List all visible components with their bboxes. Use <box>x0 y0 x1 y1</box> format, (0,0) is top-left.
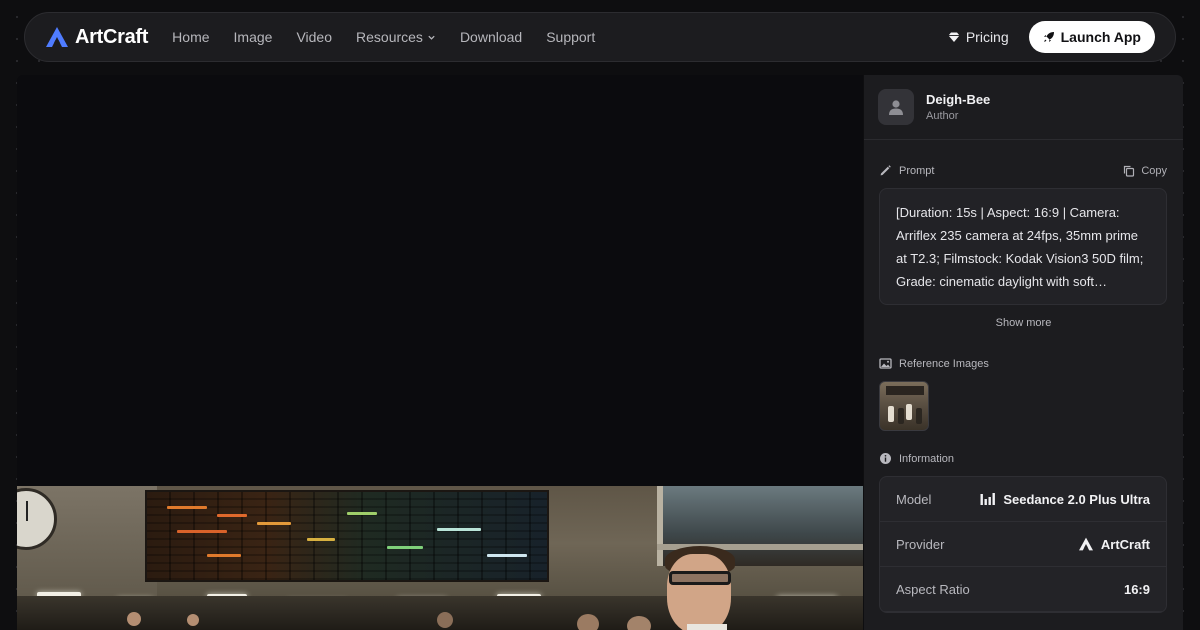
info-icon <box>880 453 891 464</box>
nav-links: Home Image Video Resources Download Supp… <box>172 29 595 45</box>
chevron-down-icon <box>428 35 435 40</box>
details-sidebar: Deigh-Bee Author Prompt Copy [Duration: … <box>864 75 1183 630</box>
artcraft-logo-icon <box>1078 537 1093 551</box>
reference-images-label: Reference Images <box>879 357 989 370</box>
reference-images-label-text: Reference Images <box>899 357 989 370</box>
nav-image[interactable]: Image <box>234 29 273 45</box>
provider-value: ArtCraft <box>1100 536 1150 552</box>
info-key: Model <box>896 491 932 507</box>
information-label: Information <box>879 452 954 465</box>
copy-icon <box>1124 165 1135 177</box>
nav-resources-label: Resources <box>356 29 423 45</box>
launch-app-label: Launch App <box>1060 29 1141 45</box>
author-avatar[interactable] <box>878 89 914 125</box>
model-value: Seedance 2.0 Plus Ultra <box>1003 491 1150 507</box>
pricing-label: Pricing <box>965 29 1009 45</box>
diamond-icon <box>948 32 960 42</box>
prompt-text: [Duration: 15s | Aspect: 16:9 | Camera: … <box>896 205 1144 289</box>
author-role: Author <box>926 110 959 122</box>
copy-prompt-button[interactable]: Copy <box>1123 165 1167 177</box>
stock-board-image <box>145 490 549 582</box>
nav-video[interactable]: Video <box>296 29 332 45</box>
bars-logo-icon <box>980 493 996 505</box>
launch-app-button[interactable]: Launch App <box>1028 21 1155 53</box>
info-key: Aspect Ratio <box>896 581 970 597</box>
user-icon <box>889 100 903 115</box>
rocket-icon <box>1043 32 1054 42</box>
info-value: ArtCraft <box>1078 537 1150 552</box>
information-table: Model Seedance 2.0 Plus Ultra Provider A… <box>879 476 1167 613</box>
artcraft-logo-icon <box>46 27 68 47</box>
prompt-label: Prompt <box>879 164 934 177</box>
top-navbar: ArtCraft Home Image Video Resources Down… <box>24 12 1176 62</box>
image-icon <box>879 358 892 369</box>
nav-support[interactable]: Support <box>546 29 595 45</box>
info-key: Provider <box>896 536 945 552</box>
info-row-aspect-ratio: Aspect Ratio 16:9 <box>880 567 1166 612</box>
video-frame-image <box>17 486 863 630</box>
prompt-header: Prompt Copy <box>879 164 1167 177</box>
nav-download[interactable]: Download <box>460 29 522 45</box>
reference-image-thumbnail[interactable] <box>879 381 929 431</box>
brand-logo[interactable]: ArtCraft <box>45 26 148 49</box>
pencil-icon <box>880 165 891 176</box>
nav-home[interactable]: Home <box>172 29 209 45</box>
info-row-model: Model Seedance 2.0 Plus Ultra <box>880 477 1166 522</box>
nav-right: Pricing Launch App <box>948 21 1155 53</box>
information-label-text: Information <box>899 452 955 465</box>
man-with-glasses-image <box>667 554 731 630</box>
author-section: Deigh-Bee Author <box>864 75 1183 140</box>
video-player[interactable] <box>17 75 863 630</box>
info-value: Seedance 2.0 Plus Ultra <box>980 492 1150 507</box>
author-name[interactable]: Deigh-Bee <box>926 92 990 107</box>
aspect-ratio-value: 16:9 <box>1123 581 1150 597</box>
prompt-text-box: [Duration: 15s | Aspect: 16:9 | Camera: … <box>879 188 1167 305</box>
prompt-label-text: Prompt <box>899 164 935 177</box>
brand-name: ArtCraft <box>75 25 149 48</box>
info-value: 16:9 <box>1124 582 1150 597</box>
copy-label: Copy <box>1141 164 1167 177</box>
pricing-link[interactable]: Pricing <box>948 29 1009 45</box>
show-more-button[interactable]: Show more <box>864 317 1183 329</box>
nav-resources[interactable]: Resources <box>356 29 436 45</box>
info-row-provider: Provider ArtCraft <box>880 522 1166 567</box>
